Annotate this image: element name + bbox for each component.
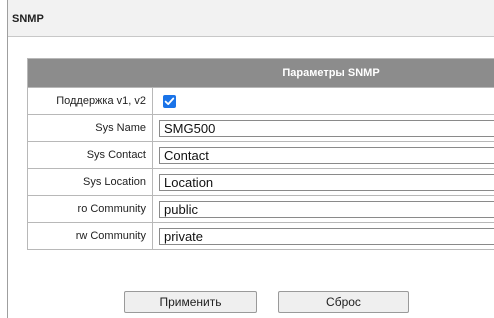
support-v1-v2-checkbox[interactable] (163, 94, 176, 108)
ro-community-label: ro Community (27, 195, 153, 223)
panel-header: SNMP (8, 0, 494, 37)
sys-name-label: Sys Name (27, 114, 153, 142)
sys-name-input[interactable] (159, 119, 494, 137)
action-buttons: Применить Сброс (124, 291, 414, 314)
snmp-panel: SNMP Параметры SNMP Поддержка v1, v2 Sys… (7, 0, 494, 318)
apply-button[interactable]: Применить (124, 291, 257, 313)
sys-contact-input[interactable] (159, 146, 494, 164)
ro-community-row: ro Community (27, 195, 494, 223)
support-label: Поддержка v1, v2 (27, 87, 153, 115)
panel-title: SNMP (12, 13, 44, 25)
sys-contact-row: Sys Contact (27, 141, 494, 169)
sys-contact-label: Sys Contact (27, 141, 153, 169)
reset-button[interactable]: Сброс (278, 291, 409, 313)
support-row: Поддержка v1, v2 (27, 87, 494, 115)
snmp-parameters-table: Параметры SNMP Поддержка v1, v2 Sys Name… (27, 58, 494, 250)
sys-location-input[interactable] (159, 173, 494, 191)
sys-name-row: Sys Name (27, 114, 494, 142)
section-header: Параметры SNMP (27, 58, 494, 88)
rw-community-input[interactable] (159, 227, 494, 245)
rw-community-row: rw Community (27, 222, 494, 250)
rw-community-label: rw Community (27, 222, 153, 250)
ro-community-input[interactable] (159, 200, 494, 218)
sys-location-label: Sys Location (27, 168, 153, 196)
sys-location-row: Sys Location (27, 168, 494, 196)
checkmark-icon (164, 97, 175, 105)
